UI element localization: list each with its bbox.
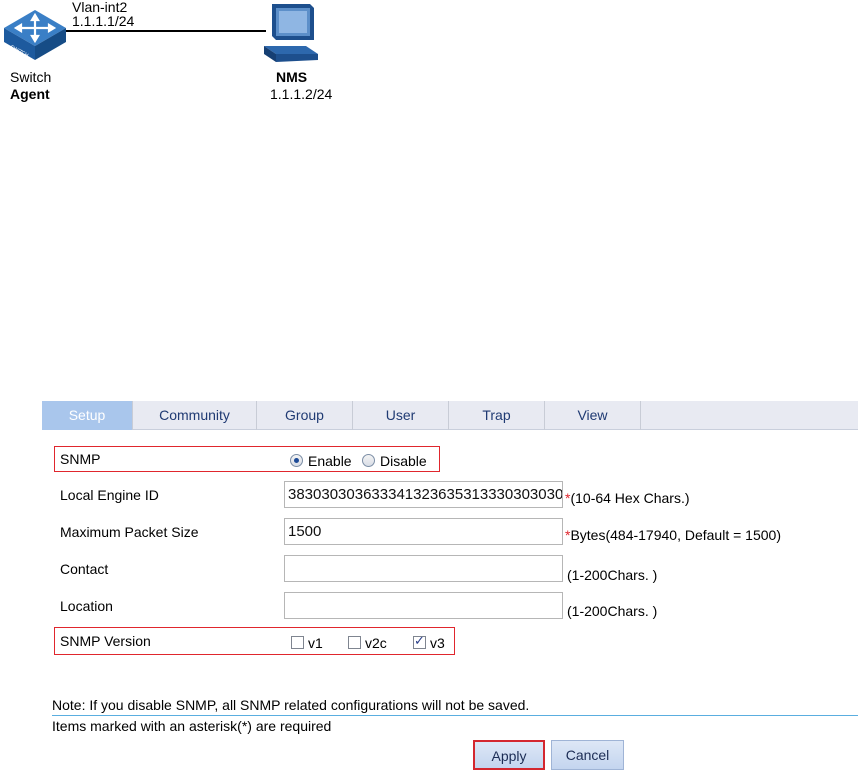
snmp-enable-label: Enable xyxy=(308,453,352,469)
switch-icon: SWITCH xyxy=(4,10,66,60)
snmp-tab-bar: Setup Community Group User Trap View xyxy=(42,401,858,430)
switch-role-label: Agent xyxy=(10,86,50,102)
engine-id-input[interactable]: 383030303633341323635313330303030 xyxy=(284,481,563,508)
tab-view[interactable]: View xyxy=(545,401,641,430)
v3-checkbox[interactable] xyxy=(413,634,426,649)
snmp-label: SNMP xyxy=(60,451,101,467)
switch-label: Switch xyxy=(10,69,52,85)
nms-label: NMS xyxy=(276,69,308,85)
packet-size-hint: *Bytes(484-17940, Default = 1500) xyxy=(565,527,781,543)
tab-community[interactable]: Community xyxy=(133,401,257,430)
engine-id-hint: *(10-64 Hex Chars.) xyxy=(565,490,690,506)
location-hint: (1-200Chars. ) xyxy=(567,603,658,619)
cancel-button[interactable]: Cancel xyxy=(551,740,624,770)
snmp-version-label: SNMP Version xyxy=(60,633,151,649)
interface-ip-label: 1.1.1.1/24 xyxy=(72,13,135,29)
required-fields-note: Items marked with an asterisk(*) are req… xyxy=(52,718,332,734)
network-link xyxy=(66,30,266,32)
engine-id-label: Local Engine ID xyxy=(60,487,159,503)
nms-ip-label: 1.1.1.2/24 xyxy=(270,86,333,102)
v2c-label: v2c xyxy=(365,635,387,651)
contact-label: Contact xyxy=(60,561,109,577)
disable-warning-note: Note: If you disable SNMP, all SNMP rela… xyxy=(52,697,530,713)
tab-trap[interactable]: Trap xyxy=(449,401,545,430)
network-topology-diagram: SWITCH Vlan-int2 1.1.1.1/24 Switch Agent… xyxy=(0,0,400,120)
nms-computer-icon xyxy=(264,4,318,62)
tab-user[interactable]: User xyxy=(353,401,449,430)
location-input[interactable] xyxy=(284,592,563,619)
snmp-disable-label: Disable xyxy=(380,453,427,469)
tab-group[interactable]: Group xyxy=(257,401,353,430)
packet-size-label: Maximum Packet Size xyxy=(60,524,199,540)
location-label: Location xyxy=(60,598,113,614)
note-separator xyxy=(52,715,858,716)
contact-input[interactable] xyxy=(284,555,563,582)
contact-hint: (1-200Chars. ) xyxy=(567,567,658,583)
v1-checkbox[interactable] xyxy=(291,636,304,649)
engine-id-hint-text: (10-64 Hex Chars.) xyxy=(570,490,690,506)
packet-size-hint-text: Bytes(484-17940, Default = 1500) xyxy=(570,527,781,543)
apply-button[interactable]: Apply xyxy=(473,740,545,770)
snmp-disable-radio[interactable] xyxy=(362,454,375,467)
v3-label: v3 xyxy=(430,635,445,651)
v2c-checkbox[interactable] xyxy=(348,636,361,649)
tab-setup[interactable]: Setup xyxy=(42,401,133,430)
v1-label: v1 xyxy=(308,635,323,651)
packet-size-input[interactable]: 1500 xyxy=(284,518,563,545)
snmp-enable-radio[interactable] xyxy=(290,454,303,467)
